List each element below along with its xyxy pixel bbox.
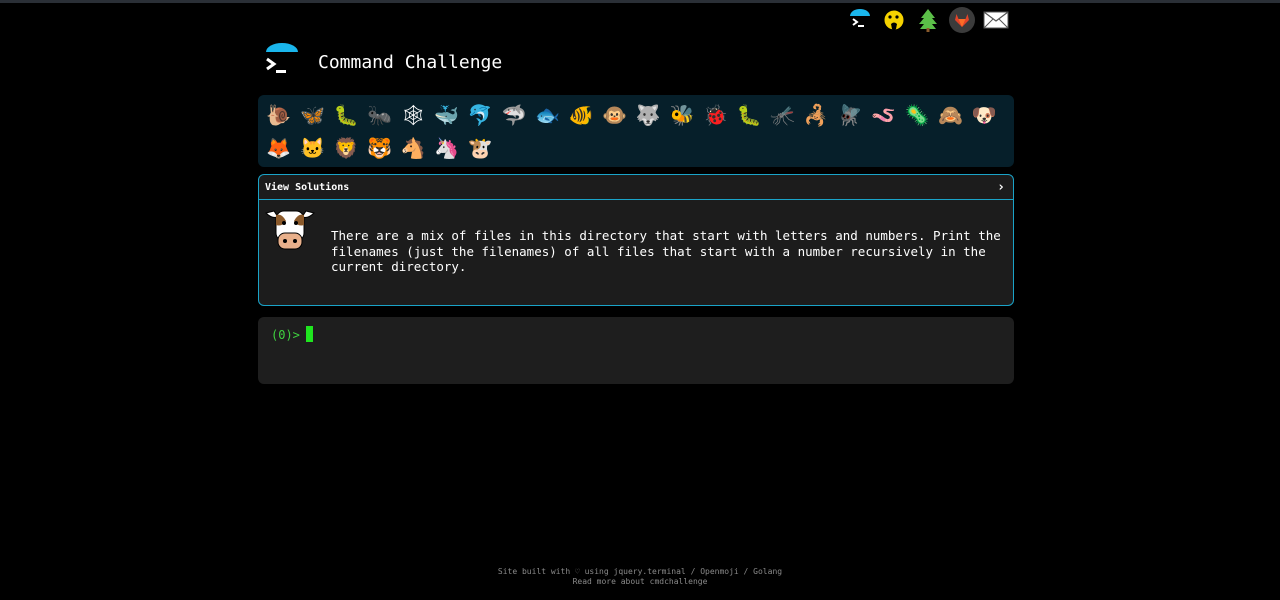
envelope-icon[interactable] bbox=[982, 6, 1010, 34]
page-title: Command Challenge bbox=[318, 51, 503, 73]
challenge-fish-icon[interactable]: 🐟 bbox=[531, 98, 565, 131]
challenge-whale-icon[interactable]: 🐳 bbox=[430, 98, 464, 131]
challenge-body: There are a mix of files in this directo… bbox=[259, 200, 1013, 305]
challenge-bee-icon[interactable]: 🐝 bbox=[665, 98, 699, 131]
challenge-mosquito-icon[interactable]: 🦟 bbox=[766, 98, 800, 131]
cow-icon bbox=[264, 205, 316, 255]
challenge-microbe-icon[interactable]: 🦠 bbox=[900, 98, 934, 131]
challenge-horse-icon[interactable]: 🐴 bbox=[396, 131, 430, 164]
tree-icon[interactable] bbox=[914, 6, 942, 34]
view-solutions-label: View Solutions bbox=[265, 181, 350, 193]
view-solutions-toggle[interactable]: View Solutions › bbox=[259, 175, 1013, 200]
gitlab-icon-circle bbox=[949, 7, 975, 33]
challenge-caterpillar-icon[interactable]: 🐛 bbox=[329, 98, 363, 131]
challenge-dolphin-icon[interactable]: 🐬 bbox=[464, 98, 498, 131]
terminal[interactable]: (0)> bbox=[258, 317, 1014, 384]
challenge-monkey-face-icon[interactable]: 🐵 bbox=[598, 98, 632, 131]
challenge-ant-icon[interactable]: 🐜 bbox=[363, 98, 397, 131]
challenge-fox-icon[interactable]: 🦊 bbox=[262, 131, 296, 164]
challenge-tiger-icon[interactable]: 🐯 bbox=[363, 131, 397, 164]
challenge-worm-icon[interactable]: 🐛 bbox=[732, 98, 766, 131]
page-header: Command Challenge bbox=[262, 42, 502, 82]
terminal-cursor[interactable] bbox=[305, 326, 313, 342]
app-logo-icon[interactable] bbox=[262, 42, 302, 82]
footer: Site built with ♡ using jquery.terminal … bbox=[0, 567, 1280, 587]
challenge-scorpion-icon[interactable]: 🦂 bbox=[800, 98, 834, 131]
terminal-prompt: (0)> bbox=[271, 328, 300, 342]
challenge-cat-icon[interactable]: 🐱 bbox=[296, 131, 330, 164]
top-icon-bar bbox=[846, 6, 1010, 34]
challenge-spider-web-icon[interactable]: 🕸 bbox=[396, 98, 430, 131]
challenge-earthworm-icon[interactable]: 🪱 bbox=[867, 98, 901, 131]
challenge-description: There are a mix of files in this directo… bbox=[331, 228, 1001, 274]
challenge-shark-icon[interactable]: 🦈 bbox=[497, 98, 531, 131]
footer-credits: Site built with ♡ using jquery.terminal … bbox=[497, 567, 783, 576]
challenge-list: 🐌 🦋 🐛 🐜 🕸 🐳 🐬 🦈 🐟 🐠 🐵 🐺 🐝 🐞 🐛 🦟 🦂 🪰 🪱 🦠 🙈 🐶 🦊 🐱 🦁 🐯 🐴 🦄 🐮 bbox=[258, 95, 1014, 167]
challenge-butterfly-icon[interactable]: 🦋 bbox=[296, 98, 330, 131]
challenge-monkey-icon[interactable]: 🙈 bbox=[934, 98, 968, 131]
challenge-dog-icon[interactable]: 🐶 bbox=[967, 98, 1001, 131]
challenge-tropical-fish-icon[interactable]: 🐠 bbox=[564, 98, 598, 131]
challenge-snail-icon[interactable]: 🐌 bbox=[262, 98, 296, 131]
challenge-ladybug-icon[interactable]: 🐞 bbox=[699, 98, 733, 131]
gitlab-icon[interactable] bbox=[948, 6, 976, 34]
challenge-fly-icon[interactable]: 🪰 bbox=[833, 98, 867, 131]
challenge-cow-icon[interactable]: 🐮 bbox=[464, 131, 498, 164]
challenge-card: View Solutions › There are a mix of file… bbox=[258, 174, 1014, 306]
read-more-link[interactable]: Read more about cmdchallenge bbox=[573, 577, 708, 586]
yellow-face-icon[interactable] bbox=[880, 6, 908, 34]
challenge-unicorn-icon[interactable]: 🦄 bbox=[430, 131, 464, 164]
top-border bbox=[0, 0, 1280, 3]
challenge-wolf-icon[interactable]: 🐺 bbox=[632, 98, 666, 131]
cmdchallenge-logo-icon[interactable] bbox=[846, 6, 874, 34]
chevron-right-icon: › bbox=[997, 179, 1005, 195]
challenge-lion-icon[interactable]: 🦁 bbox=[329, 131, 363, 164]
